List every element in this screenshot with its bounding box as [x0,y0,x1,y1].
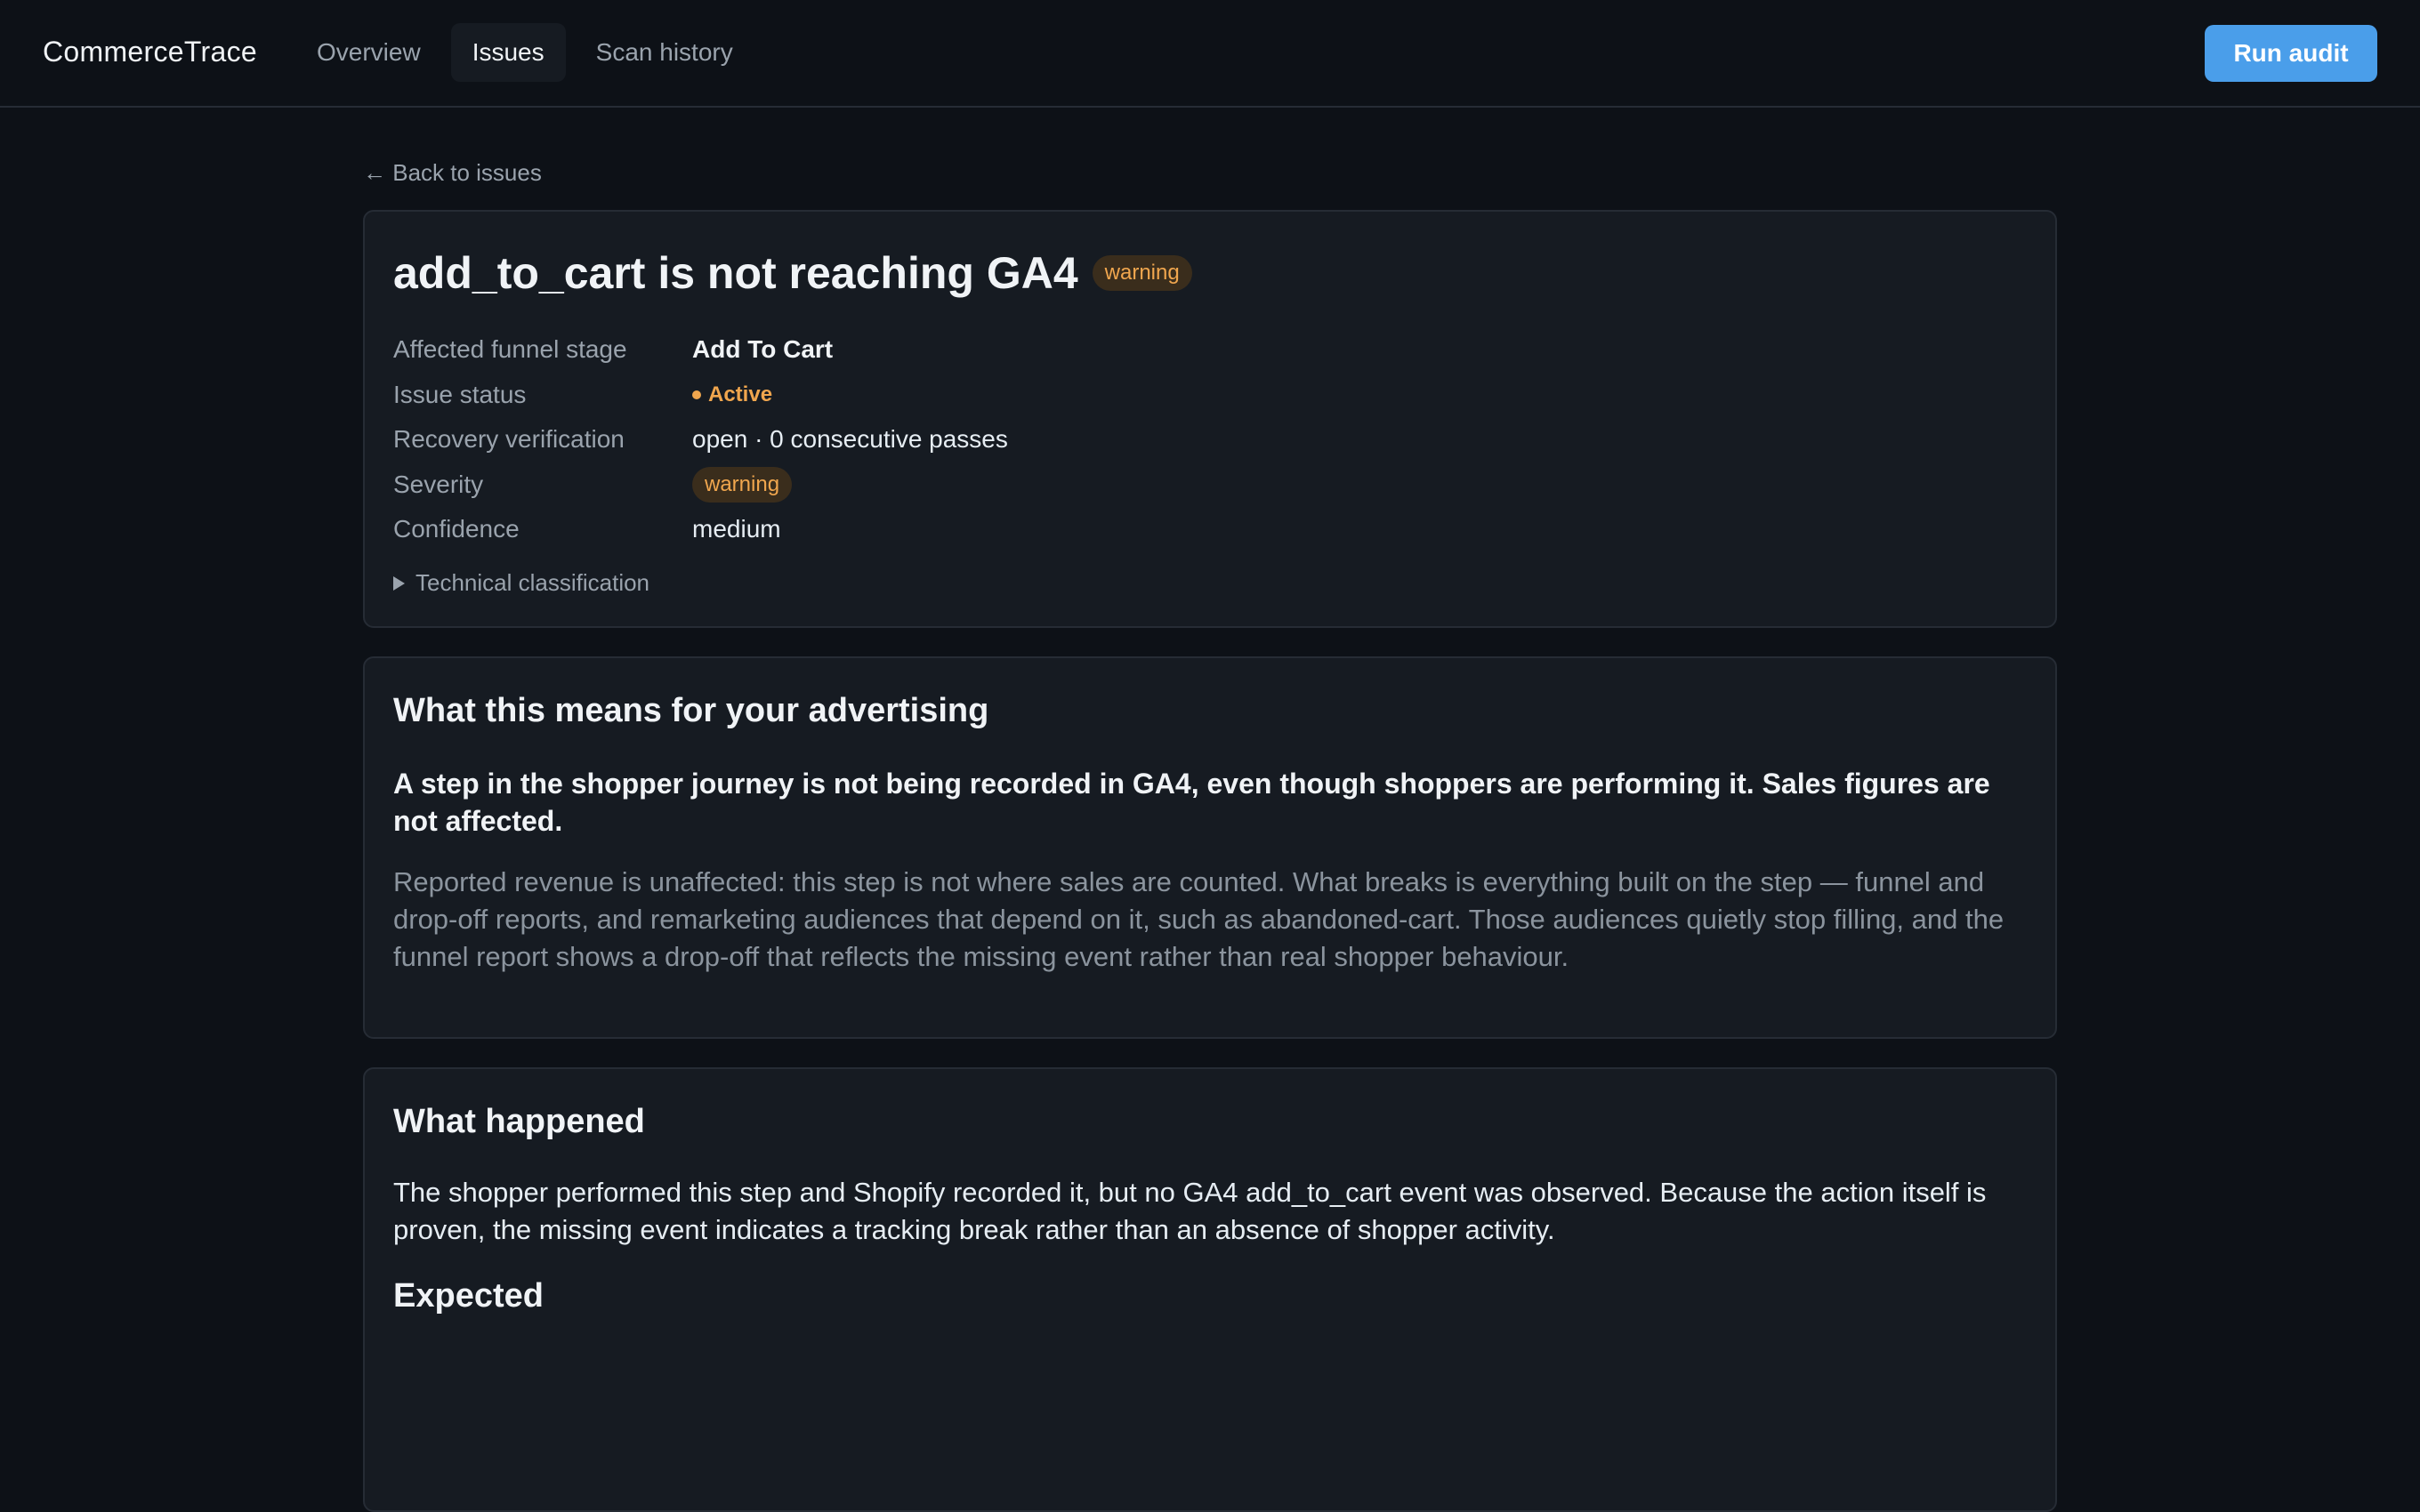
run-audit-button[interactable]: Run audit [2205,25,2377,82]
funnel-stage-value: Add To Cart [692,335,834,364]
meta-row-confidence: Confidence medium [393,507,1008,552]
back-to-issues-link[interactable]: ← Back to issues [363,159,542,187]
impact-lead-text: A step in the shopper journey is not bei… [393,768,1990,837]
meta-row-severity: Severity warning [393,462,1008,508]
section-title: What this means for your advertising [393,692,989,729]
issue-meta-list: Affected funnel stage Add To Cart Issue … [393,327,1008,552]
impact-detail-text: Reported revenue is unaffected: this ste… [393,866,2005,972]
status-value: Active [692,382,772,407]
meta-row-funnel-stage: Affected funnel stage Add To Cart [393,327,1008,373]
meta-row-recovery: Recovery verification open · 0 consecuti… [393,417,1008,462]
section-title: What happened [393,1103,645,1140]
meta-row-status: Issue status Active [393,373,1008,418]
meta-label: Severity [393,470,484,498]
severity-badge: warning [1092,255,1192,291]
technical-classification-toggle[interactable]: Technical classification [393,569,649,597]
meta-label: Confidence [393,515,520,543]
tab-overview[interactable]: Overview [295,23,442,82]
top-navigation-bar: CommerceTrace Overview Issues Scan histo… [0,0,2420,108]
status-text: Active [708,382,773,406]
severity-value-badge: warning [692,466,793,503]
tab-issues[interactable]: Issues [450,23,566,82]
issue-title: add_to_cart is not reaching GA4 [393,248,1078,298]
meta-label: Recovery verification [393,425,625,454]
brand-logo[interactable]: CommerceTrace [43,36,257,68]
what-happened-card: What happened The shopper performed this… [363,1067,2057,1512]
what-happened-text: The shopper performed this step and Shop… [393,1177,1987,1245]
meta-label: Issue status [393,380,527,408]
issue-summary-card: add_to_cart is not reaching GA4 warning … [363,210,2057,628]
meta-label: Affected funnel stage [393,335,627,364]
tab-scan-history[interactable]: Scan history [575,23,754,82]
confidence-value: medium [692,515,781,543]
main-nav: Overview Issues Scan history [295,23,754,82]
recovery-value: open · 0 consecutive passes [692,425,1008,454]
advertising-impact-card: What this means for your advertising A s… [363,656,2057,1039]
technical-classification-label: Technical classification [415,569,650,596]
disclosure-triangle-icon [393,575,405,591]
issue-title-row: add_to_cart is not reaching GA4 warning [393,247,1192,299]
expected-title: Expected [393,1277,544,1315]
status-dot-icon [692,390,701,399]
